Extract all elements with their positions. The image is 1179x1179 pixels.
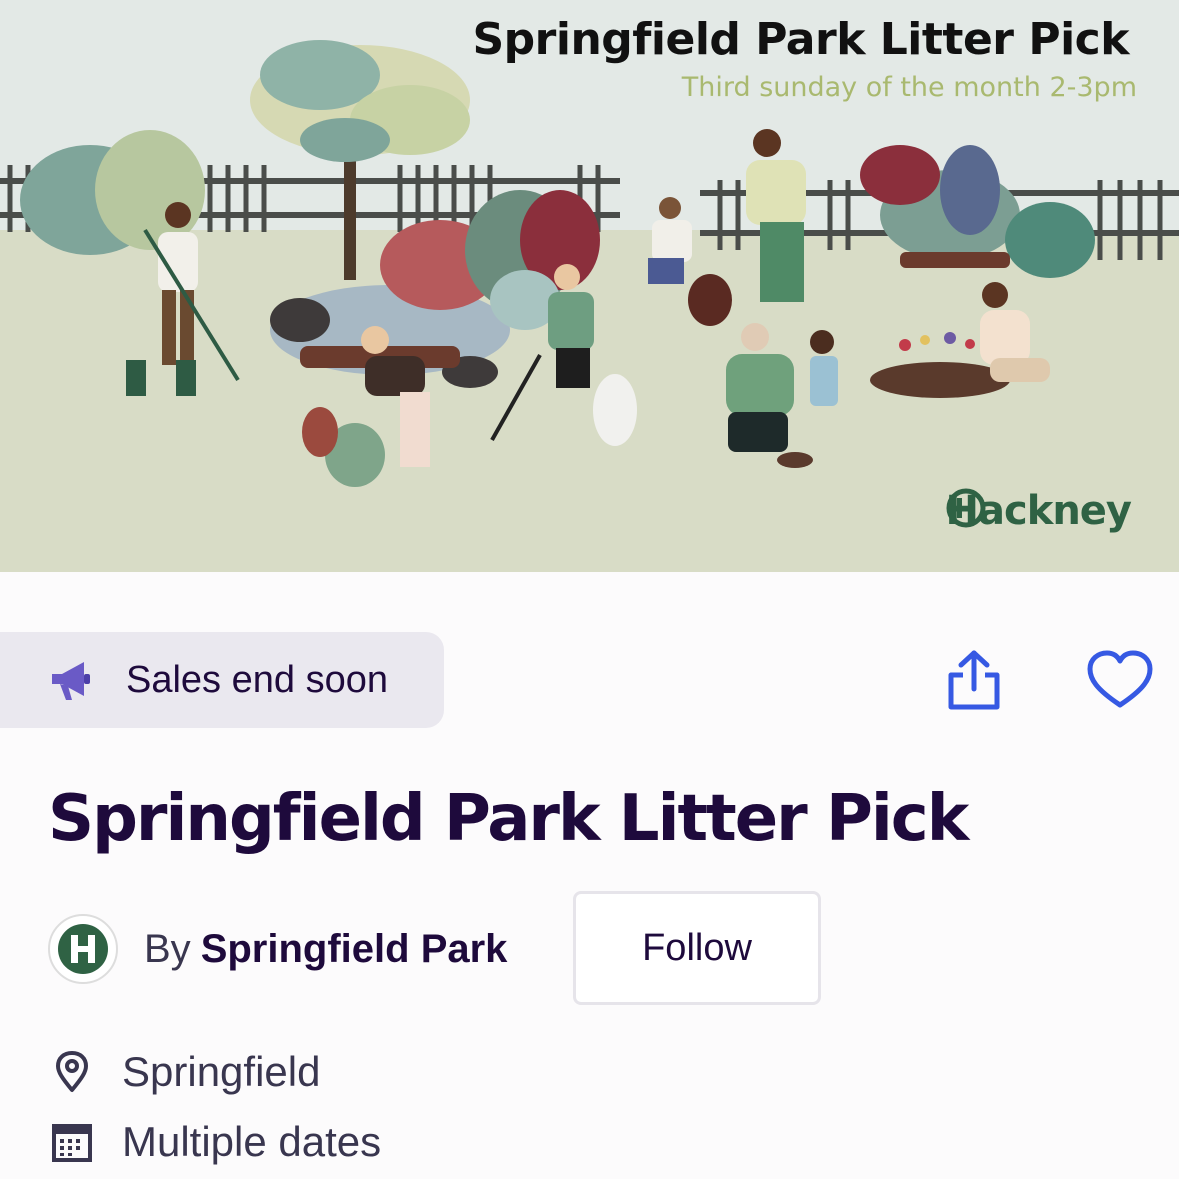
hackney-brand: Hackney bbox=[946, 488, 1132, 534]
hackney-logo-icon bbox=[946, 488, 986, 528]
calendar-icon bbox=[52, 1124, 92, 1162]
organizer-name[interactable]: Springfield Park bbox=[201, 927, 508, 972]
like-button[interactable] bbox=[1084, 644, 1156, 716]
follow-button[interactable]: Follow bbox=[573, 891, 821, 1005]
organizer-by-label: By bbox=[144, 926, 191, 971]
location-row: Springfield bbox=[50, 1048, 320, 1096]
megaphone-icon bbox=[52, 662, 90, 700]
badge-label: Sales end soon bbox=[126, 658, 388, 701]
location-text: Springfield bbox=[122, 1048, 321, 1095]
dates-text: Multiple dates bbox=[122, 1118, 382, 1165]
hackney-logo bbox=[58, 924, 108, 974]
organizer-avatar[interactable] bbox=[48, 914, 118, 984]
location-pin-icon bbox=[56, 1051, 88, 1092]
banner-subtitle: Third sunday of the month 2-3pm bbox=[681, 72, 1137, 103]
dates-row: Multiple dates bbox=[50, 1118, 381, 1166]
organizer-row: By Springfield Park bbox=[48, 914, 507, 984]
share-button[interactable] bbox=[938, 644, 1010, 716]
banner-title: Springfield Park Litter Pick bbox=[472, 14, 1129, 65]
event-banner: Springfield Park Litter Pick Third sunda… bbox=[0, 0, 1179, 572]
sales-end-badge: Sales end soon bbox=[0, 632, 444, 728]
event-title: Springfield Park Litter Pick bbox=[48, 782, 969, 856]
share-icon bbox=[948, 650, 1000, 710]
heart-icon bbox=[1087, 650, 1153, 708]
